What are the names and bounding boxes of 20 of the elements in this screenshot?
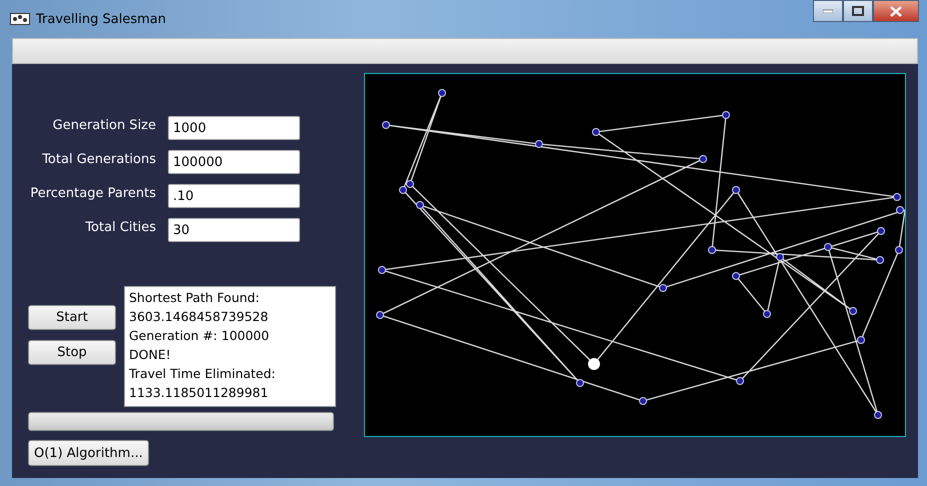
maximize-icon [852, 6, 864, 16]
input-field[interactable]: .10 [168, 184, 300, 208]
field-label: Generation Size [52, 118, 157, 132]
input-field[interactable]: 100000 [168, 150, 300, 174]
algorithm-button[interactable]: O(1) Algorithm... [28, 440, 149, 466]
window-title: Travelling Salesman [36, 12, 166, 26]
input-field[interactable]: 1000 [168, 116, 300, 140]
field-label: Percentage Parents [29, 186, 157, 200]
minimize-icon [823, 9, 833, 13]
start-button[interactable]: Start [28, 305, 116, 330]
output-box: Shortest Path Found: 3603.1468458739528 Generation #: 100000 DONE! Travel Time Eliminated: 1133.1185011289981 [124, 286, 336, 407]
input-field[interactable]: 30 [168, 218, 300, 242]
stop-button[interactable]: Stop [28, 340, 116, 365]
maximize-button[interactable] [843, 0, 873, 22]
close-button[interactable] [873, 0, 919, 22]
app-icon [10, 13, 30, 25]
field-label: Total Cities [84, 220, 157, 234]
close-icon [890, 6, 902, 16]
minimize-button[interactable] [813, 0, 843, 22]
field-label: Total Generations [41, 152, 157, 166]
